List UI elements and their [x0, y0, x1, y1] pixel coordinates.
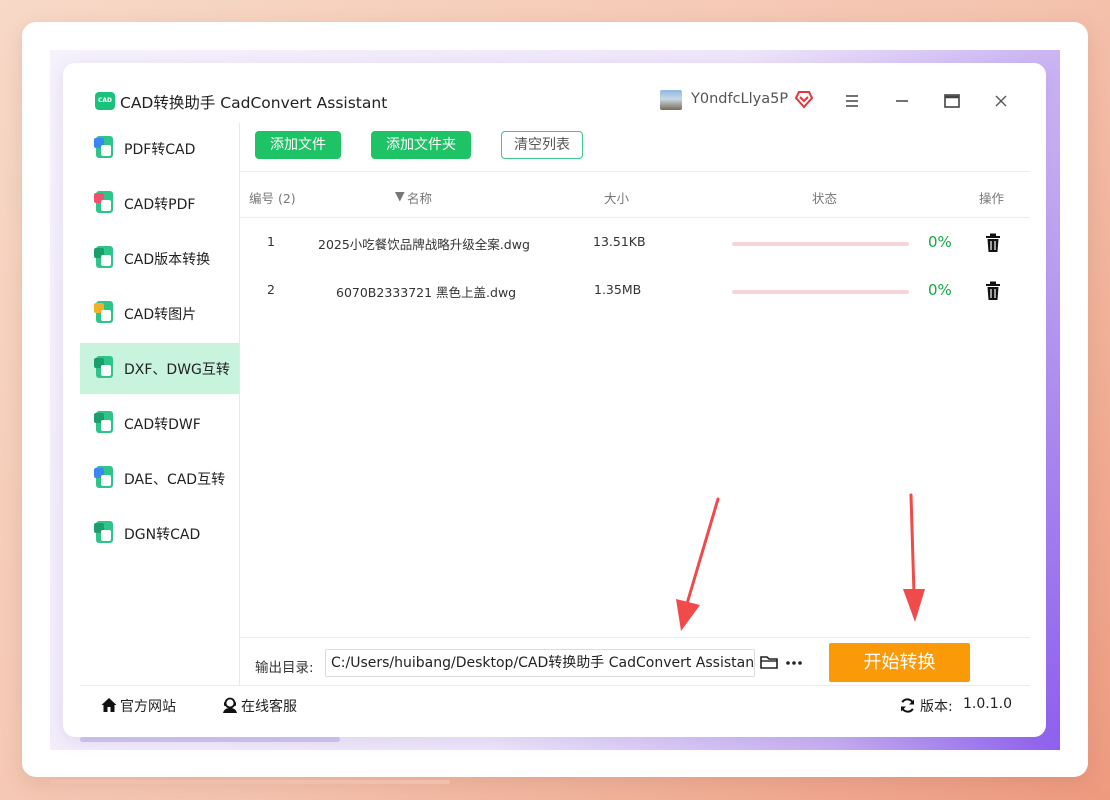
- sidebar-item-dxf-dwg[interactable]: DXF、DWG互转: [80, 343, 240, 394]
- progress-percent: 0%: [928, 281, 952, 299]
- backdrop-bar: [80, 737, 340, 742]
- sidebar-item-label: DXF、DWG互转: [124, 362, 230, 378]
- cad-to-dwf-icon: [94, 411, 116, 435]
- add-folder-button[interactable]: 添加文件夹: [371, 131, 471, 159]
- delete-icon[interactable]: [983, 232, 1003, 254]
- website-link[interactable]: 官方网站: [100, 695, 180, 715]
- delete-icon[interactable]: [983, 280, 1003, 302]
- support-label: 在线客服: [241, 699, 297, 715]
- sidebar-item-label: CAD转PDF: [124, 197, 196, 213]
- clear-list-button[interactable]: 清空列表: [501, 131, 583, 159]
- table-row[interactable]: 2 6070B2333721 黑色上盖.dwg 1.35MB 0%: [240, 267, 1030, 315]
- sidebar-item-cad-version[interactable]: CAD版本转换: [80, 233, 240, 284]
- refresh-icon: [901, 698, 914, 713]
- progress-percent: 0%: [928, 233, 952, 251]
- row-size: 13.51KB: [593, 234, 646, 249]
- vip-icon[interactable]: [794, 89, 814, 109]
- dae-cad-icon: [94, 466, 116, 490]
- cad-to-pdf-icon: [94, 191, 116, 215]
- folder-icon[interactable]: [759, 652, 779, 672]
- footer-divider: [80, 685, 1030, 686]
- sidebar-item-dgn-to-cad[interactable]: DGN转CAD: [80, 508, 240, 559]
- row-filename: 6070B2333721 黑色上盖.dwg: [336, 285, 517, 300]
- support-link[interactable]: 在线客服: [221, 695, 301, 715]
- user-avatar[interactable]: [660, 90, 682, 110]
- sidebar-item-label: DAE、CAD互转: [124, 472, 226, 488]
- sidebar: PDF转CAD CAD转PDF CAD版本转换 CAD转图片 DXF、DWG互转: [80, 123, 240, 685]
- output-label: 输出目录:: [255, 660, 314, 676]
- backdrop-bar: [50, 780, 450, 784]
- menu-icon[interactable]: [840, 89, 864, 113]
- more-icon[interactable]: [784, 653, 804, 673]
- sidebar-item-label: CAD版本转换: [124, 252, 211, 268]
- table-row[interactable]: 1 2025小吃餐饮品牌战略升级全案.dwg 13.51KB 0%: [240, 219, 1030, 267]
- version-label: 版本:: [920, 699, 953, 715]
- close-icon[interactable]: [989, 89, 1013, 113]
- progress-bar: [732, 290, 909, 294]
- app-title: CAD转换助手 CadConvert Assistant: [120, 94, 388, 112]
- pdf-to-cad-icon: [94, 136, 116, 160]
- maximize-icon[interactable]: [940, 89, 964, 113]
- website-label: 官方网站: [120, 699, 176, 715]
- row-filename: 2025小吃餐饮品牌战略升级全案.dwg: [318, 237, 530, 252]
- start-convert-button[interactable]: 开始转换: [829, 643, 970, 682]
- row-index: 2: [267, 282, 275, 297]
- cad-version-icon: [94, 246, 116, 270]
- headset-icon: [223, 697, 237, 713]
- row-index: 1: [267, 234, 275, 249]
- sidebar-item-label: CAD转图片: [124, 307, 197, 323]
- table-header: 编号 (2) ▼ 名称 大小 状态 操作: [240, 171, 1030, 218]
- column-size: 大小: [604, 191, 630, 206]
- sort-down-icon[interactable]: ▼: [395, 188, 405, 203]
- title-bar: CAD CAD转换助手 CadConvert Assistant Y0ndfcL…: [63, 63, 1046, 123]
- dgn-to-cad-icon: [94, 521, 116, 545]
- column-status: 状态: [812, 191, 838, 206]
- minimize-icon[interactable]: [890, 89, 914, 113]
- cad-to-image-icon: [94, 301, 116, 325]
- add-file-button[interactable]: 添加文件: [255, 131, 341, 159]
- column-index: 编号 (2): [249, 191, 296, 206]
- row-size: 1.35MB: [594, 282, 642, 297]
- sidebar-item-cad-to-pdf[interactable]: CAD转PDF: [80, 178, 240, 229]
- progress-bar: [732, 242, 909, 246]
- red-arrow-annotation: [676, 497, 720, 631]
- dxf-dwg-icon: [94, 356, 116, 380]
- sidebar-item-pdf-to-cad[interactable]: PDF转CAD: [80, 123, 240, 174]
- sidebar-item-cad-to-dwf[interactable]: CAD转DWF: [80, 398, 240, 449]
- app-logo-icon: CAD: [95, 92, 115, 110]
- output-path-field[interactable]: C:/Users/huibang/Desktop/CAD转换助手 CadConv…: [325, 649, 755, 677]
- output-divider: [240, 637, 1030, 638]
- sidebar-item-cad-to-image[interactable]: CAD转图片: [80, 288, 240, 339]
- red-arrow-annotation: [903, 493, 925, 622]
- sidebar-item-label: DGN转CAD: [124, 527, 201, 543]
- sidebar-item-dae-cad[interactable]: DAE、CAD互转: [80, 453, 240, 504]
- sidebar-item-label: CAD转DWF: [124, 417, 201, 433]
- user-name[interactable]: Y0ndfcLlya5P: [691, 91, 788, 107]
- column-action: 操作: [979, 191, 1005, 206]
- column-name[interactable]: 名称: [407, 188, 432, 207]
- app-window: CAD CAD转换助手 CadConvert Assistant Y0ndfcL…: [63, 63, 1046, 737]
- sidebar-item-label: PDF转CAD: [124, 142, 196, 158]
- home-icon: [101, 698, 117, 712]
- version-value: 1.0.1.0: [963, 696, 1012, 712]
